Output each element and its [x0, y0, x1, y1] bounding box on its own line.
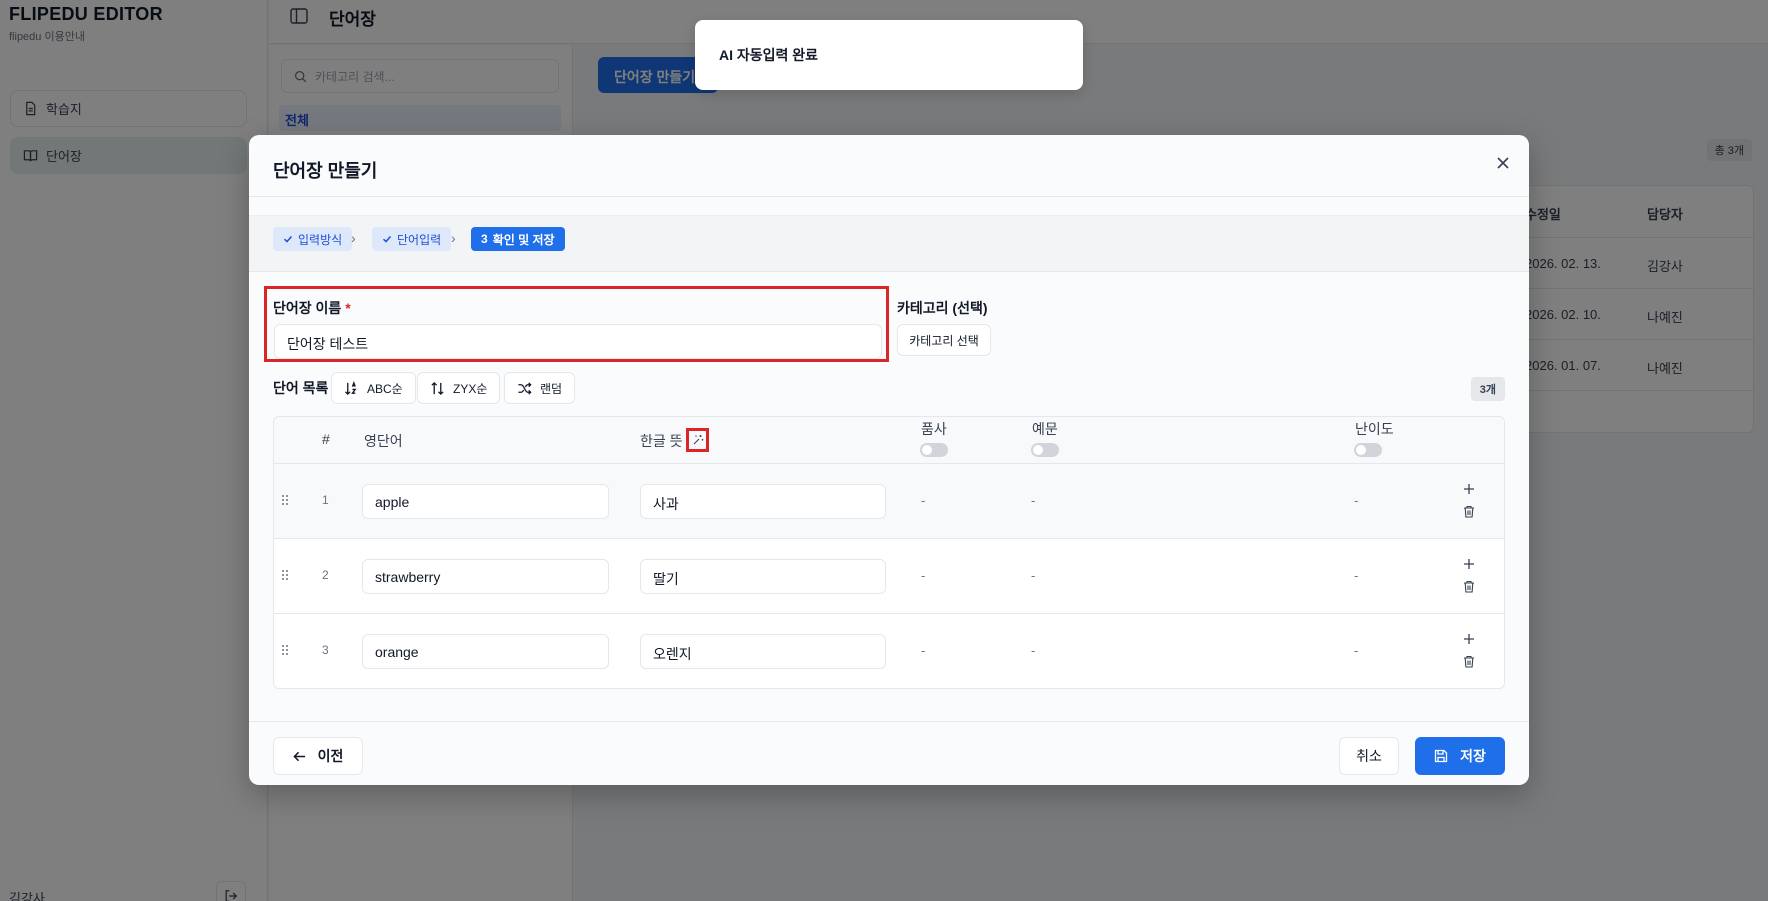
previous-label: 이전 — [317, 748, 344, 764]
trash-icon — [1464, 505, 1474, 518]
trash-icon — [1464, 655, 1474, 668]
divider — [249, 196, 1529, 197]
close-icon — [1497, 157, 1509, 169]
example-toggle[interactable] — [1031, 443, 1059, 457]
cancel-button[interactable]: 취소 — [1339, 737, 1399, 775]
close-button[interactable] — [1493, 153, 1513, 173]
word-list-label: 단어 목록 — [273, 380, 329, 396]
step-label: 확인 및 저장 — [492, 232, 555, 247]
pos-value: - — [921, 643, 926, 658]
header-pos: 품사 — [921, 421, 947, 437]
row-number: 3 — [322, 643, 329, 657]
save-button[interactable]: 저장 — [1415, 737, 1505, 775]
check-icon — [283, 235, 293, 243]
plus-icon — [1464, 634, 1474, 644]
header-example: 예문 — [1032, 421, 1058, 437]
add-row-button[interactable] — [1460, 630, 1478, 648]
step-label: 단어입력 — [397, 232, 442, 247]
sort-random-button[interactable]: 랜덤 — [504, 372, 576, 404]
drag-handle-icon[interactable] — [281, 569, 289, 581]
delete-row-button[interactable] — [1460, 502, 1478, 520]
english-word-input[interactable]: strawberry — [362, 559, 609, 594]
required-mark: * — [345, 300, 351, 316]
save-label: 저장 — [1460, 748, 1486, 764]
header-korean: 한글 뜻 — [640, 433, 683, 449]
category-field-label: 카테고리 (선택) — [897, 300, 988, 316]
word-table-header: # 영단어 한글 뜻 품사 예문 난이도 — [274, 417, 1504, 464]
delete-row-button[interactable] — [1460, 652, 1478, 670]
delete-row-button[interactable] — [1460, 577, 1478, 595]
ai-autofill-button[interactable] — [686, 428, 709, 452]
step-word-input[interactable]: 단어입력 — [372, 227, 452, 251]
english-word-input[interactable]: orange — [362, 634, 609, 669]
english-word-input[interactable]: apple — [362, 484, 609, 519]
trash-icon — [1464, 580, 1474, 593]
word-count-badge: 3개 — [1470, 377, 1505, 401]
header-difficulty: 난이도 — [1355, 421, 1394, 437]
plus-icon — [1464, 484, 1474, 494]
check-icon — [382, 235, 392, 243]
korean-meaning-input[interactable]: 사과 — [640, 484, 886, 519]
toast-notification: AI 자동입력 완료 — [695, 20, 1083, 90]
add-row-button[interactable] — [1460, 555, 1478, 573]
add-row-button[interactable] — [1460, 480, 1478, 498]
name-label-text: 단어장 이름 — [273, 300, 342, 316]
sort-zyx-label: ZYX순 — [453, 381, 488, 396]
magic-wand-icon — [693, 435, 703, 445]
row-number: 1 — [322, 493, 329, 507]
sort-abc-label: ABC순 — [367, 381, 403, 396]
step-confirm-save[interactable]: 3 확인 및 저장 — [471, 227, 565, 251]
drag-handle-icon[interactable] — [281, 494, 289, 506]
sort-asc-icon — [344, 380, 357, 395]
example-value: - — [1031, 643, 1036, 658]
chevron-right-icon: › — [451, 230, 456, 246]
difficulty-value: - — [1354, 643, 1359, 658]
table-row: 3 orange 오렌지 - - - — [274, 614, 1504, 688]
word-table: # 영단어 한글 뜻 품사 예문 난이도 1 apple 사과 - - - 2 … — [273, 416, 1505, 689]
table-row: 2 strawberry 딸기 - - - — [274, 539, 1504, 614]
vocabulary-name-input[interactable]: 단어장 테스트 — [274, 324, 882, 359]
plus-icon — [1464, 559, 1474, 569]
difficulty-toggle[interactable] — [1354, 443, 1382, 457]
sort-abc-button[interactable]: ABC순 — [331, 372, 416, 404]
shuffle-icon — [518, 381, 532, 395]
chevron-right-icon: › — [351, 230, 356, 246]
example-value: - — [1031, 568, 1036, 583]
pos-value: - — [921, 568, 926, 583]
table-row: 1 apple 사과 - - - — [274, 464, 1504, 539]
pos-value: - — [921, 493, 926, 508]
korean-meaning-input[interactable]: 오렌지 — [640, 634, 886, 669]
sort-random-label: 랜덤 — [540, 381, 563, 396]
toast-message: AI 자동입력 완료 — [719, 47, 819, 63]
create-vocabulary-modal: 단어장 만들기 입력방식 › 단어입력 › 3 확인 및 저장 단어장 이름 *… — [249, 135, 1529, 785]
sort-zyx-button[interactable]: ZYX순 — [417, 372, 501, 404]
divider — [249, 721, 1529, 722]
modal-title: 단어장 만들기 — [273, 161, 378, 181]
difficulty-value: - — [1354, 493, 1359, 508]
previous-button[interactable]: 이전 — [273, 737, 363, 775]
stepper: 입력방식 › 단어입력 › 3 확인 및 저장 — [249, 215, 1529, 272]
arrow-left-icon — [292, 751, 305, 761]
step-input-method[interactable]: 입력방식 — [273, 227, 353, 251]
pos-toggle[interactable] — [920, 443, 948, 457]
korean-meaning-input[interactable]: 딸기 — [640, 559, 886, 594]
category-select-button[interactable]: 카테고리 선택 — [897, 324, 991, 356]
name-field-label: 단어장 이름 * — [273, 298, 351, 318]
drag-handle-icon[interactable] — [281, 644, 289, 656]
save-icon — [1434, 749, 1448, 763]
difficulty-value: - — [1354, 568, 1359, 583]
header-english: 영단어 — [364, 433, 403, 449]
header-number: # — [322, 431, 330, 447]
step-label: 입력방식 — [298, 232, 343, 247]
step-number: 3 — [481, 232, 488, 246]
row-number: 2 — [322, 568, 329, 582]
example-value: - — [1031, 493, 1036, 508]
sort-desc-icon — [431, 381, 444, 395]
